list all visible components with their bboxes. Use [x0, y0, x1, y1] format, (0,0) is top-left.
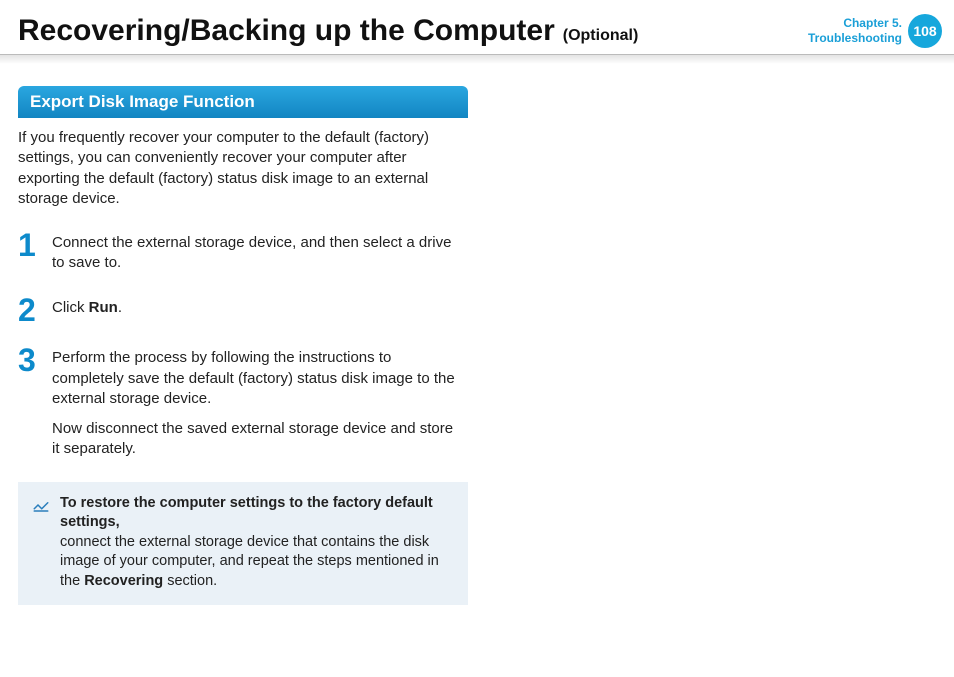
step-item: 1 Connect the external storage device, a… — [18, 231, 468, 274]
step-body: Click Run. — [52, 296, 462, 325]
note-title: To restore the computer settings to the … — [60, 494, 454, 533]
step-body: Connect the external storage device, and… — [52, 231, 462, 274]
content-column: Export Disk Image Function If you freque… — [0, 64, 468, 605]
note-body: To restore the computer settings to the … — [60, 494, 454, 592]
step-number: 2 — [18, 296, 40, 325]
step-text-2: Now disconnect the saved external storag… — [52, 419, 462, 460]
title-wrap: Recovering/Backing up the Computer (Opti… — [18, 14, 638, 48]
note-icon — [32, 496, 50, 592]
chapter-line2: Troubleshooting — [808, 31, 902, 46]
section-heading: Export Disk Image Function — [18, 86, 468, 118]
steps-list: 1 Connect the external storage device, a… — [18, 231, 468, 460]
page-title: Recovering/Backing up the Computer — [18, 14, 555, 48]
step-text: Perform the process by following the ins… — [52, 348, 462, 409]
chapter-text: Chapter 5. Troubleshooting — [808, 16, 902, 46]
step-item: 3 Perform the process by following the i… — [18, 346, 468, 459]
step-number: 3 — [18, 346, 40, 459]
chapter-line1: Chapter 5. — [808, 16, 902, 31]
note-box: To restore the computer settings to the … — [18, 482, 468, 606]
step-text: Click Run. — [52, 298, 462, 318]
chapter-wrap: Chapter 5. Troubleshooting 108 — [808, 14, 942, 48]
page-number-badge: 108 — [908, 14, 942, 48]
section-intro: If you frequently recover your computer … — [18, 128, 466, 209]
step-text: Connect the external storage device, and… — [52, 233, 462, 274]
header-divider — [0, 54, 954, 64]
page-subtitle: (Optional) — [563, 27, 639, 45]
page-header: Recovering/Backing up the Computer (Opti… — [0, 0, 954, 48]
step-body: Perform the process by following the ins… — [52, 346, 462, 459]
step-number: 1 — [18, 231, 40, 274]
step-item: 2 Click Run. — [18, 296, 468, 325]
note-text: connect the external storage device that… — [60, 533, 454, 592]
